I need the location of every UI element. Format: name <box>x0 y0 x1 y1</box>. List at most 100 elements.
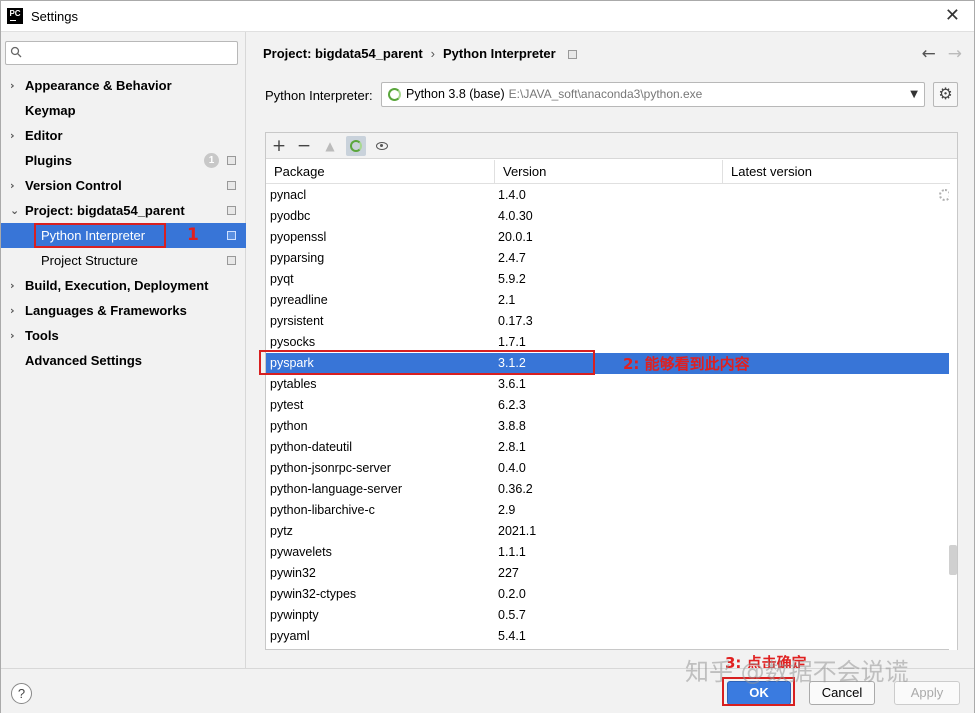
window-title: Settings <box>31 8 78 24</box>
table-row[interactable]: python-jsonrpc-server 0.4.0 <box>266 458 950 479</box>
table-row[interactable]: pyodbc 4.0.30 <box>266 206 950 227</box>
remove-package-icon[interactable]: − <box>294 136 314 156</box>
sidebar-item-label: Project: bigdata54_parent <box>25 203 185 218</box>
packages-table-header: Package Version Latest version <box>266 160 950 184</box>
chevron-right-icon[interactable]: › <box>10 323 15 348</box>
back-arrow-icon[interactable]: ← <box>922 44 936 64</box>
chevron-right-icon[interactable]: › <box>10 273 15 298</box>
package-name-cell: pytz <box>270 524 293 538</box>
package-name-cell: python <box>270 419 308 433</box>
column-header-version[interactable]: Version <box>495 160 723 184</box>
table-row[interactable]: pyspark 3.1.2 <box>266 353 950 374</box>
sidebar-item-build-execution-deployment[interactable]: › Build, Execution, Deployment <box>1 273 246 298</box>
settings-search-box[interactable] <box>5 41 238 65</box>
column-header-latest-version[interactable]: Latest version <box>723 160 950 184</box>
table-row[interactable]: pywin32 227 <box>266 563 950 584</box>
package-version-cell: 3.8.8 <box>498 419 526 433</box>
sidebar-item-languages-frameworks[interactable]: › Languages & Frameworks <box>1 298 246 323</box>
ok-button[interactable]: OK <box>727 681 791 705</box>
settings-content: Project: bigdata54_parent › Python Interpr… <box>247 32 974 668</box>
package-name-cell: pyopenssl <box>270 230 327 244</box>
package-version-cell: 20.0.1 <box>498 230 533 244</box>
package-version-cell: 1.4.0 <box>498 188 526 202</box>
scrollbar-thumb[interactable] <box>949 545 957 575</box>
settings-nav-tree: › Appearance & Behavior Keymap › Editor Plugi… <box>1 73 246 373</box>
pycharm-logo-icon: PC <box>7 8 23 24</box>
chevron-right-icon[interactable]: › <box>10 173 15 198</box>
sidebar-item-project-structure[interactable]: Project Structure <box>1 248 246 273</box>
upgrade-package-icon[interactable]: ▲ <box>320 136 340 156</box>
sidebar-item-label: Build, Execution, Deployment <box>25 278 209 293</box>
forward-arrow-icon[interactable]: → <box>948 44 962 64</box>
sidebar-item-label: Plugins <box>25 153 72 168</box>
package-version-cell: 6.2.3 <box>498 398 526 412</box>
package-version-cell: 227 <box>498 566 519 580</box>
breadcrumb: Project: bigdata54_parent › Python Interpr… <box>263 46 577 61</box>
table-row[interactable]: pyyaml 5.4.1 <box>266 626 950 647</box>
chevron-down-icon[interactable]: ▼ <box>910 83 918 106</box>
sidebar-item-label: Project Structure <box>41 253 138 268</box>
chevron-right-icon[interactable]: › <box>10 298 15 323</box>
title-bar: PC Settings ✕ <box>1 1 974 32</box>
table-row[interactable]: pywin32-ctypes 0.2.0 <box>266 584 950 605</box>
add-package-icon[interactable]: + <box>269 136 289 156</box>
table-row[interactable]: pywinpty 0.5.7 <box>266 605 950 626</box>
package-version-cell: 0.4.0 <box>498 461 526 475</box>
search-icon <box>10 46 22 58</box>
chevron-right-icon[interactable]: › <box>10 73 15 98</box>
table-row[interactable]: python 3.8.8 <box>266 416 950 437</box>
chevron-right-icon[interactable]: › <box>10 123 15 148</box>
package-version-cell: 4.0.30 <box>498 209 533 223</box>
table-row[interactable]: python-libarchive-c 2.9 <box>266 500 950 521</box>
sidebar-item-python-interpreter[interactable]: Python Interpreter <box>1 223 246 248</box>
package-version-cell: 5.9.2 <box>498 272 526 286</box>
table-row[interactable]: pywavelets 1.1.1 <box>266 542 950 563</box>
annotation-step1: 1 <box>187 225 199 245</box>
show-early-releases-eye-icon[interactable] <box>372 136 392 156</box>
sidebar-item-label: Languages & Frameworks <box>25 303 187 318</box>
sidebar-item-tools[interactable]: › Tools <box>1 323 246 348</box>
dialog-footer: ? OK Cancel Apply <box>1 668 974 713</box>
table-row[interactable]: pytables 3.6.1 <box>266 374 950 395</box>
column-header-package[interactable]: Package <box>266 160 495 184</box>
interpreter-label: Python Interpreter: <box>265 88 373 103</box>
use-conda-icon[interactable] <box>346 136 366 156</box>
table-row[interactable]: pyrsistent 0.17.3 <box>266 311 950 332</box>
interpreter-select[interactable]: Python 3.8 (base) E:\JAVA_soft\anaconda3\… <box>381 82 925 107</box>
sidebar-item-project-bigdata54-parent[interactable]: ⌄ Project: bigdata54_parent <box>1 198 246 223</box>
cancel-button[interactable]: Cancel <box>809 681 875 705</box>
table-row[interactable]: pyreadline 2.1 <box>266 290 950 311</box>
sidebar-item-version-control[interactable]: › Version Control <box>1 173 246 198</box>
sidebar-item-advanced-settings[interactable]: Advanced Settings <box>1 348 246 373</box>
table-row[interactable]: pysocks 1.7.1 <box>266 332 950 353</box>
package-version-cell: 0.36.2 <box>498 482 533 496</box>
search-input[interactable] <box>28 44 233 62</box>
sidebar-item-label: Keymap <box>25 103 76 118</box>
chevron-down-icon[interactable]: ⌄ <box>10 198 19 223</box>
sidebar-item-appearance-behavior[interactable]: › Appearance & Behavior <box>1 73 246 98</box>
project-scope-icon <box>227 256 236 265</box>
table-row[interactable]: pynacl 1.4.0 <box>266 185 950 206</box>
apply-button[interactable]: Apply <box>894 681 960 705</box>
table-row[interactable]: pytest 6.2.3 <box>266 395 950 416</box>
package-name-cell: pyrsistent <box>270 314 324 328</box>
package-name-cell: python-libarchive-c <box>270 503 375 517</box>
table-row[interactable]: pytz 2021.1 <box>266 521 950 542</box>
table-row[interactable]: pyparsing 2.4.7 <box>266 248 950 269</box>
table-row[interactable]: python-language-server 0.36.2 <box>266 479 950 500</box>
update-count-badge: 1 <box>204 153 219 168</box>
sidebar-item-label: Tools <box>25 328 59 343</box>
project-scope-icon <box>227 231 236 240</box>
package-name-cell: pyodbc <box>270 209 311 223</box>
table-row[interactable]: python-dateutil 2.8.1 <box>266 437 950 458</box>
vertical-scrollbar[interactable] <box>949 185 957 650</box>
sidebar-item-plugins[interactable]: Plugins 1 <box>1 148 246 173</box>
package-version-cell: 1.1.1 <box>498 545 526 559</box>
table-row[interactable]: pyqt 5.9.2 <box>266 269 950 290</box>
help-icon[interactable]: ? <box>11 683 32 704</box>
sidebar-item-editor[interactable]: › Editor <box>1 123 246 148</box>
close-icon[interactable]: ✕ <box>945 7 960 25</box>
gear-icon[interactable]: ⚙ <box>933 82 958 107</box>
table-row[interactable]: pyopenssl 20.0.1 <box>266 227 950 248</box>
sidebar-item-keymap[interactable]: Keymap <box>1 98 246 123</box>
